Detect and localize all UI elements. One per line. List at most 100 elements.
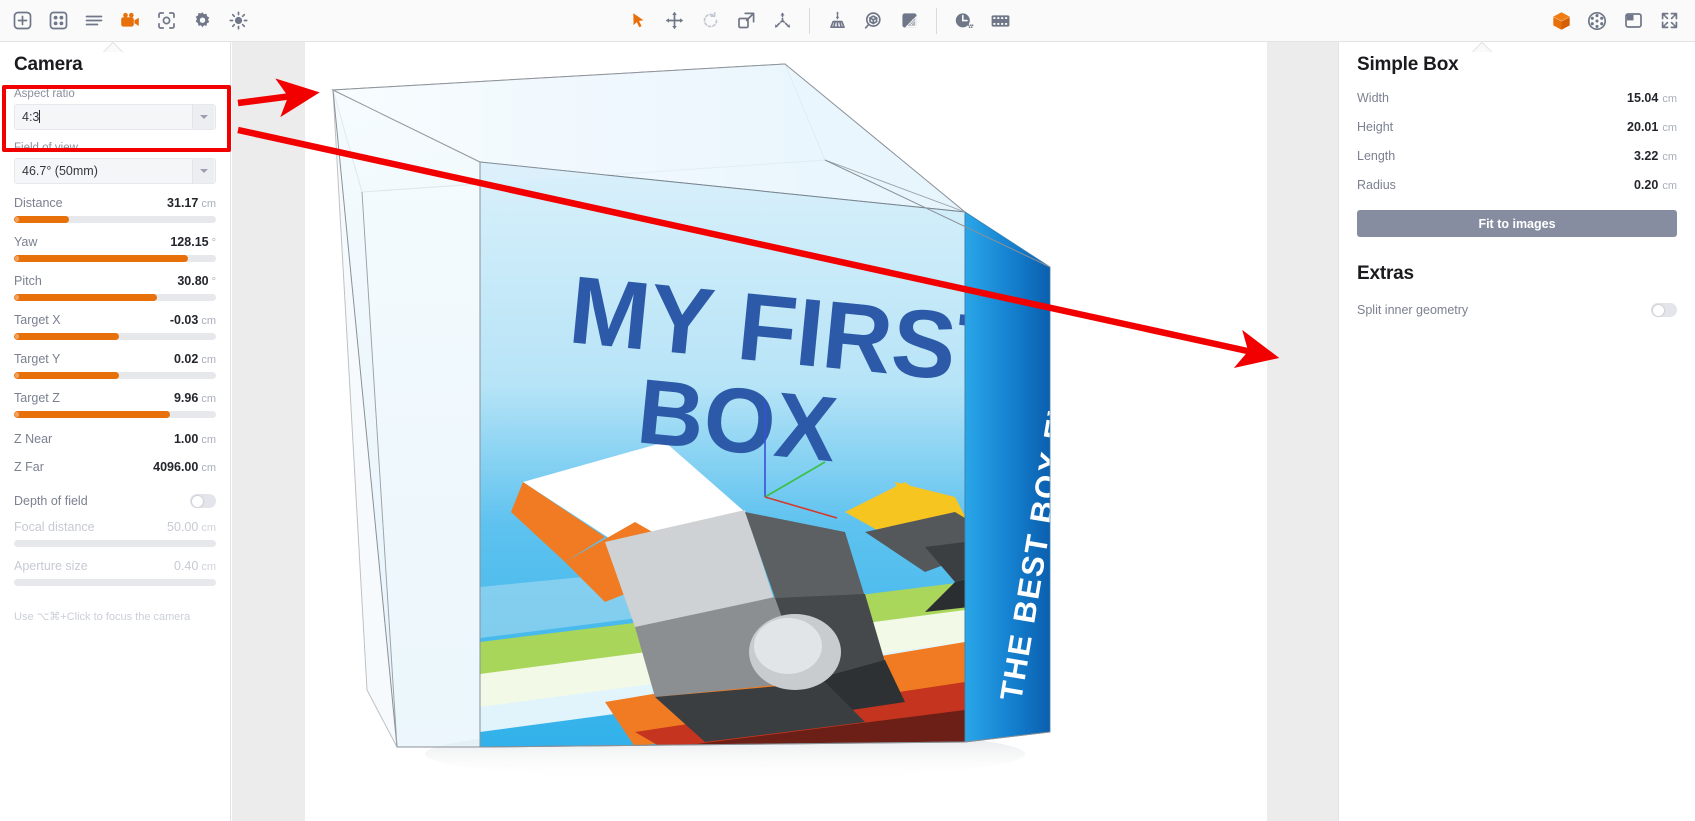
chevron-down-icon[interactable]	[192, 159, 214, 183]
slider-track[interactable]	[14, 579, 216, 586]
viewport-3d[interactable]: MY FIRST BOX THE BEST BOX EVER	[232, 42, 1338, 821]
grid-icon[interactable]	[40, 4, 76, 38]
inspect-3d-icon[interactable]	[855, 4, 891, 38]
field-of-view-field[interactable]: 46.7° (50mm)	[14, 158, 216, 184]
cube-3d-icon[interactable]	[1543, 4, 1579, 38]
dimension-label: Height	[1357, 120, 1627, 134]
slider-label: Aperture size	[14, 559, 174, 573]
render-time-icon[interactable]	[946, 4, 982, 38]
extra-split-inner-geometry[interactable]: Split inner geometry	[1357, 303, 1677, 317]
explode-icon[interactable]	[764, 4, 800, 38]
slider-track[interactable]	[14, 216, 216, 223]
slider-label: Pitch	[14, 274, 177, 288]
slider-aperture-size[interactable]: Aperture size 0.40 cm	[14, 559, 216, 586]
text-caret	[39, 110, 40, 123]
camera-disabled-sliders: Focal distance 50.00 cm Aperture size 0.…	[14, 520, 216, 586]
box-front-title-line2: BOX	[633, 360, 841, 481]
fit-to-images-button[interactable]: Fit to images	[1357, 210, 1677, 237]
slider-value: 50.00	[167, 520, 198, 534]
panel-caret-right	[1471, 41, 1493, 52]
toolbar-left-group	[4, 4, 256, 38]
dimension-label: Radius	[1357, 178, 1634, 192]
depth-of-field-toggle[interactable]	[190, 494, 216, 508]
dimension-unit: cm	[1662, 151, 1677, 163]
aspect-ratio-field[interactable]: 4:3	[14, 104, 216, 130]
object-dimension-list: Width 15.04 cm Height 20.01 cm Length 3.…	[1357, 91, 1677, 192]
shadow-icon[interactable]	[891, 4, 927, 38]
rotate-icon[interactable]	[692, 4, 728, 38]
chevron-down-icon[interactable]	[192, 105, 214, 129]
object-panel: Simple Box Width 15.04 cm Height 20.01 c…	[1338, 42, 1695, 821]
value-z-near: Z Near 1.00 cm	[14, 432, 216, 446]
fullscreen-icon[interactable]	[1651, 4, 1687, 38]
slider-value: -0.03	[170, 313, 199, 327]
slider-fill	[14, 411, 170, 418]
extras-title: Extras	[1357, 263, 1677, 285]
slider-target-z[interactable]: Target Z 9.96 cm	[14, 391, 216, 418]
slider-pitch[interactable]: Pitch 30.80 °	[14, 274, 216, 301]
menu-icon[interactable]	[76, 4, 112, 38]
slider-distance[interactable]: Distance 31.17 cm	[14, 196, 216, 223]
value-z-far: Z Far 4096.00 cm	[14, 460, 216, 474]
slider-value: 0.02	[174, 352, 198, 366]
slider-unit: cm	[201, 561, 216, 573]
move-icon[interactable]	[656, 4, 692, 38]
extra-toggle[interactable]	[1651, 303, 1677, 317]
slider-fill	[14, 294, 157, 301]
top-toolbar	[0, 0, 1695, 42]
add-icon[interactable]	[4, 4, 40, 38]
slider-label: Yaw	[14, 235, 170, 249]
depth-of-field-row[interactable]: Depth of field	[14, 494, 216, 508]
dimension-width: Width 15.04 cm	[1357, 91, 1677, 105]
dimension-radius: Radius 0.20 cm	[1357, 178, 1677, 192]
slider-fill	[14, 333, 119, 340]
box-3d-render: MY FIRST BOX THE BEST BOX EVER	[305, 42, 1267, 821]
scale-icon[interactable]	[728, 4, 764, 38]
field-of-view-label: Field of view	[14, 142, 216, 154]
slider-unit: cm	[201, 393, 216, 405]
dimension-unit: cm	[1662, 180, 1677, 192]
slider-track[interactable]	[14, 372, 216, 379]
slider-label: Target X	[14, 313, 170, 327]
dimension-label: Width	[1357, 91, 1627, 105]
slider-value: 9.96	[174, 391, 198, 405]
object-title: Simple Box	[1357, 42, 1677, 76]
dimension-unit: cm	[1662, 93, 1677, 105]
toolbar-center-group	[620, 4, 1018, 38]
value-unit: cm	[201, 462, 216, 474]
slider-value: 30.80	[177, 274, 208, 288]
extra-label: Split inner geometry	[1357, 303, 1651, 317]
slider-track[interactable]	[14, 294, 216, 301]
value-label: Z Near	[14, 432, 174, 446]
ground-plane-icon[interactable]	[819, 4, 855, 38]
slider-track[interactable]	[14, 540, 216, 547]
camera-slider-list: Distance 31.17 cm Yaw 128.15 ° Pitch 30.…	[14, 196, 216, 418]
slider-unit: cm	[201, 198, 216, 210]
slider-track[interactable]	[14, 411, 216, 418]
slider-fill	[14, 255, 188, 262]
dimension-value: 0.20	[1634, 178, 1658, 192]
dimension-length: Length 3.22 cm	[1357, 149, 1677, 163]
value-number: 1.00	[174, 432, 198, 446]
uv-sphere-icon[interactable]	[1579, 4, 1615, 38]
cursor-select-icon[interactable]	[620, 4, 656, 38]
slider-unit: cm	[201, 522, 216, 534]
gear-icon[interactable]	[184, 4, 220, 38]
slider-focal-distance[interactable]: Focal distance 50.00 cm	[14, 520, 216, 547]
slider-track[interactable]	[14, 255, 216, 262]
slider-target-y[interactable]: Target Y 0.02 cm	[14, 352, 216, 379]
panel-caret-left	[102, 41, 124, 52]
camera-icon[interactable]	[112, 4, 148, 38]
focus-icon[interactable]	[148, 4, 184, 38]
picture-in-picture-icon[interactable]	[1615, 4, 1651, 38]
slider-value: 31.17	[167, 196, 198, 210]
render-canvas[interactable]: MY FIRST BOX THE BEST BOX EVER	[305, 42, 1267, 821]
slider-label: Distance	[14, 196, 167, 210]
depth-of-field-label: Depth of field	[14, 494, 190, 508]
slider-yaw[interactable]: Yaw 128.15 °	[14, 235, 216, 262]
light-icon[interactable]	[220, 4, 256, 38]
slider-unit: cm	[201, 354, 216, 366]
slider-target-x[interactable]: Target X -0.03 cm	[14, 313, 216, 340]
animation-icon[interactable]	[982, 4, 1018, 38]
slider-track[interactable]	[14, 333, 216, 340]
